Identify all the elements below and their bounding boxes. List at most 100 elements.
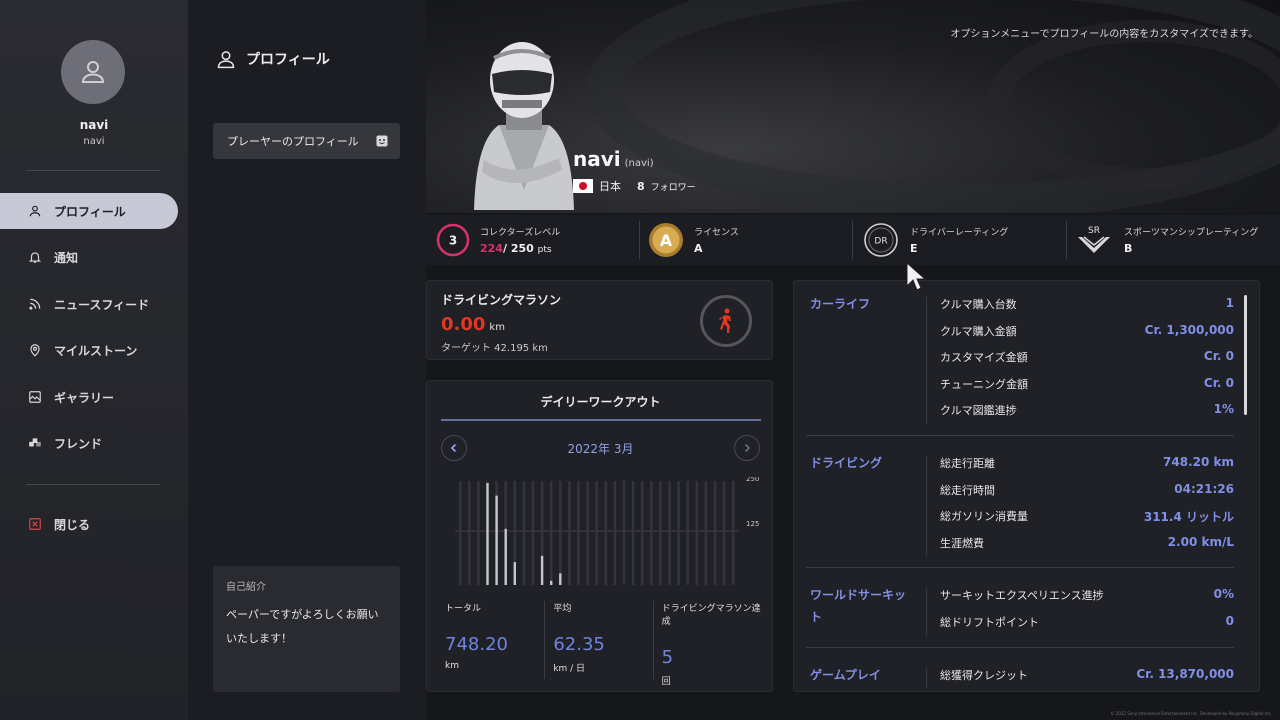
record-row: クルマ購入金額 Cr. 1,300,000 — [940, 323, 1234, 339]
friends-icon — [28, 436, 42, 450]
sidebar-item-newsfeed[interactable]: ニュースフィード — [0, 286, 178, 322]
bar-track — [577, 481, 580, 585]
record-value: 2.00 km/L — [1167, 534, 1234, 549]
profile-meta: 日本 8 フォロワー — [573, 178, 696, 194]
divider — [639, 221, 640, 259]
record-row: サーキットエクスペリエンス進捗 0% — [940, 587, 1234, 603]
record-value: 04:21:26 — [1174, 481, 1234, 496]
bar-track — [468, 481, 471, 585]
collector-points: 224 — [480, 242, 503, 255]
sidebar-item-label: フレンド — [54, 436, 103, 451]
user-name: navi — [79, 118, 109, 132]
chart-bar — [513, 562, 516, 585]
bar-track — [559, 481, 562, 585]
driver-rating-value: E — [910, 242, 918, 255]
bar-track — [732, 481, 735, 585]
record-value: 311.4 リットル — [1143, 510, 1234, 525]
driver-rating[interactable]: DR ドライバーレーティング E — [862, 215, 1008, 265]
dr-badge-icon: DR — [864, 223, 898, 257]
follower-label[interactable]: フォロワー — [651, 180, 696, 193]
user-icon — [217, 51, 235, 69]
chart-bar — [540, 555, 544, 585]
divider — [806, 646, 1234, 648]
total-label: トータル — [445, 604, 482, 614]
record-key: 総ガソリン消費量 — [940, 510, 1028, 524]
record-value: 0 — [1225, 613, 1234, 628]
bio-text: ペーパーですがよろしくお願いいたします！ — [226, 608, 379, 645]
driver-avatar — [474, 42, 574, 210]
sportsmanship-value: B — [1124, 242, 1133, 255]
record-section-title: ゲームプレイ — [810, 667, 881, 682]
workout-title: デイリーワークアウト — [540, 395, 661, 409]
achieved-value: 5 — [661, 647, 674, 668]
record-key: 総走行距離 — [940, 457, 995, 470]
record-key: クルマ購入台数 — [940, 298, 1017, 311]
record-row: 総走行距離 748.20 km — [940, 455, 1234, 471]
stats-bar: 3 コレクターズレベル 224/ 250 pts A ライセンス A DR ドラ… — [426, 215, 1280, 265]
sr-badge-icon: SR — [1078, 226, 1110, 253]
divider — [26, 484, 160, 485]
record-value: Cr. 13,870,000 — [1136, 666, 1234, 681]
bar-track — [604, 481, 607, 585]
collector-level[interactable]: 3 コレクターズレベル 224/ 250 pts — [436, 215, 560, 265]
bar-track — [713, 481, 717, 585]
sidebar-item-label: プロフィール — [54, 204, 126, 219]
next-month-button[interactable] — [734, 435, 760, 461]
dr-badge-text: DR — [874, 237, 887, 247]
license-label: ライセンス — [694, 228, 739, 238]
page-title-text: プロフィール — [246, 52, 330, 68]
close-icon — [28, 517, 42, 531]
runner-icon — [719, 308, 731, 333]
total-value: 748.20 — [445, 634, 508, 655]
driving-marathon-card[interactable]: ドライビングマラソン 0.00 km ターゲット 42.195 km — [426, 280, 773, 360]
player-profile-button[interactable]: プレーヤーのプロフィール — [213, 123, 400, 159]
bio-panel[interactable]: 自己紹介 ペーパーですがよろしくお願いいたします！ — [213, 566, 400, 692]
bar-track — [686, 481, 689, 585]
chart-bar — [559, 573, 562, 585]
profile-banner: オプションメニューでプロフィールの内容をカスタマイズできます。 navi (nav… — [426, 0, 1280, 213]
records-card[interactable]: カーライフ クルマ購入台数 1 クルマ購入金額 Cr. 1,300,000 カスタマイズ金… — [793, 280, 1260, 692]
marathon-unit: km — [489, 322, 505, 333]
record-value: 1 — [1225, 296, 1234, 310]
scrollbar[interactable] — [1244, 295, 1247, 415]
bar-track — [622, 481, 626, 585]
bar-track — [459, 481, 462, 585]
workout-chart: 250 125 — [455, 477, 759, 585]
sidebar-item-gallery[interactable]: ギャラリー — [0, 379, 178, 415]
collector-level-value: 3 — [449, 234, 457, 248]
record-value: 1% — [1213, 402, 1234, 417]
record-row: カスタマイズ金額 Cr. 0 — [940, 349, 1234, 365]
sidebar-item-profile[interactable]: プロフィール — [0, 193, 178, 229]
divider — [852, 221, 853, 259]
sidebar-item-notifications[interactable]: 通知 — [0, 239, 178, 275]
user-id: navi — [83, 136, 105, 147]
bar-track — [613, 481, 617, 585]
page-title: プロフィール — [216, 48, 330, 70]
license-badge-icon: A — [649, 223, 683, 257]
divider — [1066, 221, 1067, 259]
divider — [806, 435, 1234, 436]
sidebar-item-milestones[interactable]: マイルストーン — [0, 332, 178, 368]
sidebar-item-label: ギャラリー — [54, 390, 115, 405]
avatar[interactable] — [61, 40, 125, 104]
chevron-right-icon — [744, 443, 751, 453]
user-icon — [81, 61, 105, 83]
profile-name-text: navi — [573, 147, 621, 171]
chart-bar — [504, 528, 507, 585]
close-button[interactable]: 閉じる — [0, 506, 178, 542]
license[interactable]: A ライセンス A — [648, 215, 739, 265]
record-section-title: カーライフ — [810, 297, 871, 311]
sr-badge-text: SR — [1088, 226, 1100, 236]
sidebar-item-friends[interactable]: フレンド — [0, 425, 178, 461]
summary-total: トータル 748.20 km — [441, 601, 546, 679]
divider — [926, 667, 927, 689]
record-row: クルマ購入台数 1 — [940, 296, 1234, 312]
bar-track — [722, 481, 726, 585]
profile-menu-panel: プロフィール プレーヤーのプロフィール 自己紹介 ペーパーですがよろしくお願いい… — [188, 0, 426, 720]
sportsmanship-rating[interactable]: SR スポーツマンシップレーティング B — [1074, 215, 1258, 265]
record-key: 総走行時間 — [940, 483, 995, 497]
record-key: 総獲得クレジット — [940, 668, 1028, 682]
bar-track — [522, 481, 526, 585]
record-value: 748.20 km — [1163, 455, 1234, 469]
rss-icon — [28, 297, 42, 311]
